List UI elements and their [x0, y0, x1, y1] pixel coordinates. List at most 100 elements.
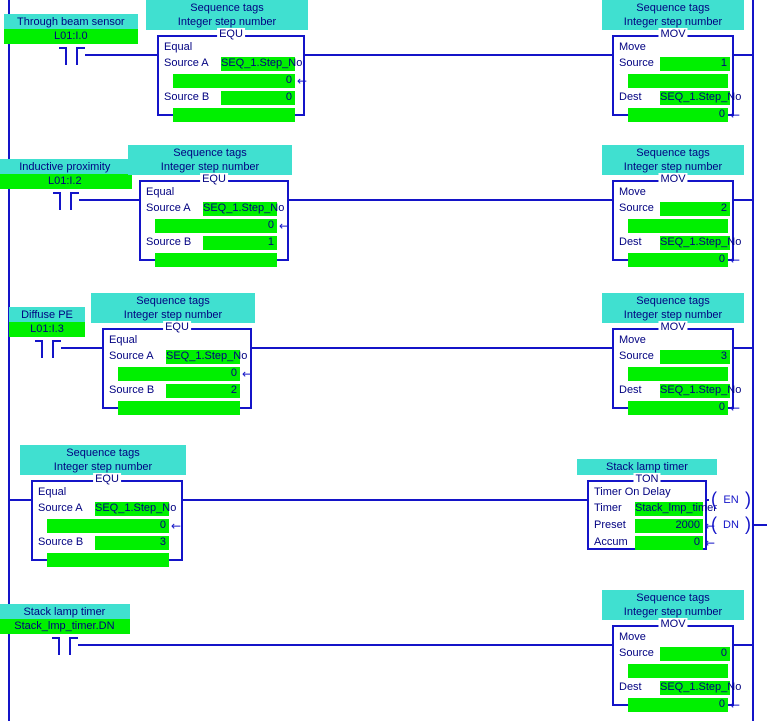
tag-comment-line: Sequence tags [136, 295, 210, 307]
ton-field-value[interactable]: 2000 [635, 519, 703, 533]
wire-out-to-rail-1 [734, 199, 752, 201]
tag-comment-line: Integer step number [123, 309, 223, 321]
ton-field-value[interactable]: Stack_lmp_timer [635, 502, 717, 516]
tag-comment-line: Sequence tags [636, 2, 710, 14]
equ-mnemonic: EQU [93, 473, 121, 485]
mov-field-label: Source [619, 57, 654, 69]
equ-field-value[interactable] [118, 401, 240, 415]
mov-field-value[interactable]: 3 [660, 350, 730, 364]
equ-field-value[interactable]: 0 [47, 519, 169, 533]
ton-block[interactable]: TON Timer On Delay Timer Stack_lmp_timer Pre… [587, 473, 717, 550]
equ-comment-0: Sequence tags Integer step number [146, 0, 308, 30]
xic-contact-1[interactable] [53, 192, 79, 212]
equ-field-value[interactable]: 2 [166, 384, 240, 398]
equ-field-label: Source A [38, 502, 83, 514]
equ-block[interactable]: EQU Equal Source A SEQ_1.Step_No 0 ← Source B 2 [102, 321, 252, 415]
equ-name: Equal [38, 486, 67, 498]
tag-comment-line: Through beam sensor [16, 16, 125, 28]
mov-field-value[interactable]: 2 [660, 202, 730, 216]
xic-contact-2[interactable] [35, 340, 61, 360]
equ-field-value[interactable] [47, 553, 169, 567]
equ-field-label: Source B [109, 384, 155, 396]
mov-block[interactable]: MOV Move Source 2 Dest SEQ_1.Step_No 0 ← [612, 173, 741, 267]
mov-field-value[interactable] [628, 74, 728, 88]
mov-field-value[interactable] [628, 219, 728, 233]
contact-operand-2: L01:I.3 [9, 322, 85, 337]
mov-block[interactable]: MOV Move Source 1 Dest SEQ_1.Step_No 0 ← [612, 28, 741, 122]
mov-block[interactable]: MOV Move Source 0 Dest SEQ_1.Step_No 0 ← [612, 618, 741, 712]
mov-field-value[interactable]: 0 [628, 401, 728, 415]
wire-coil-dn-3 [753, 524, 767, 526]
equ-block[interactable]: EQU Equal Source A SEQ_1.Step_No 0 ← Source B 1 [139, 173, 289, 267]
equ-field-value[interactable] [155, 253, 277, 267]
equ-field-value[interactable]: SEQ_1.Step_No [166, 350, 247, 364]
xic-contact-0[interactable] [59, 47, 85, 67]
mov-field-value[interactable] [628, 664, 728, 678]
equ-field-value[interactable]: 0 [118, 367, 240, 381]
tag-comment-line: Inductive proximity [19, 161, 111, 173]
right-power-rail-4 [752, 580, 754, 721]
mov-mnemonic: MOV [658, 618, 688, 630]
tag-comment-line: Stack lamp timer [606, 461, 688, 473]
tag-comment-line: Sequence tags [636, 295, 710, 307]
mov-field-value[interactable]: SEQ_1.Step_No [660, 236, 741, 250]
mov-field-label: Dest [619, 384, 642, 396]
equ-field-value[interactable]: 0 [155, 219, 277, 233]
equ-field-value[interactable]: 3 [95, 536, 169, 550]
equ-block[interactable]: EQU Equal Source A SEQ_1.Step_No 0 ← Source B 0 [157, 28, 307, 122]
equ-field-value[interactable]: SEQ_1.Step_No [95, 502, 176, 516]
mov-field-value[interactable]: 0 [628, 108, 728, 122]
mov-field-value[interactable]: 0 [628, 253, 728, 267]
equ-field-value[interactable]: 1 [203, 236, 277, 250]
tag-comment-line: Integer step number [623, 161, 723, 173]
equ-field-value[interactable] [173, 108, 295, 122]
mov-name: Move [619, 186, 646, 198]
mov-field-value[interactable]: SEQ_1.Step_No [660, 91, 741, 105]
wire-out-to-rail-2 [734, 347, 752, 349]
equ-name: Equal [164, 41, 193, 53]
wire-to-output-1 [289, 199, 612, 201]
mov-field-value[interactable]: 0 [628, 698, 728, 712]
equ-field-value[interactable]: SEQ_1.Step_No [221, 57, 302, 71]
wire-to-output-3 [183, 499, 587, 501]
mov-field-label: Source [619, 647, 654, 659]
equ-mnemonic: EQU [200, 173, 228, 185]
mov-name: Move [619, 41, 646, 53]
out-comment-0: Sequence tags Integer step number [602, 0, 744, 30]
equ-name: Equal [146, 186, 175, 198]
ton-field-value[interactable]: 0 [635, 536, 703, 550]
mov-field-value[interactable]: 0 [660, 647, 730, 661]
tag-comment-line: Integer step number [623, 606, 723, 618]
contact-comment-2: Diffuse PE [9, 307, 85, 323]
contact-comment-1: Inductive proximity [0, 159, 132, 175]
equ-field-label: Source B [146, 236, 192, 248]
wire-to-output-0 [305, 54, 612, 56]
mov-block[interactable]: MOV Move Source 3 Dest SEQ_1.Step_No 0 ← [612, 321, 741, 415]
equ-block[interactable]: EQU Equal Source A SEQ_1.Step_No 0 ← Source B 3 [31, 473, 183, 567]
mov-name: Move [619, 334, 646, 346]
tag-comment-line: Stack lamp timer [23, 606, 106, 618]
tag-comment-line: Sequence tags [173, 147, 247, 159]
mov-field-value[interactable]: 1 [660, 57, 730, 71]
equ-field-label: Source A [164, 57, 209, 69]
ton-field-label: Timer [594, 502, 622, 514]
coil-en-3[interactable]: (EN) [709, 490, 753, 510]
wire-to-equ-3 [8, 499, 31, 501]
mov-field-value[interactable]: SEQ_1.Step_No [660, 681, 741, 695]
mov-field-value[interactable] [628, 367, 728, 381]
wire-coil-en-3 [707, 499, 709, 501]
value-pointer-arrow: ← [730, 108, 741, 122]
wire-to-output-2 [252, 347, 612, 349]
coil-dn-3[interactable]: (DN) [709, 515, 753, 535]
equ-field-value[interactable]: SEQ_1.Step_No [203, 202, 284, 216]
equ-field-value[interactable]: 0 [173, 74, 295, 88]
equ-field-label: Source B [164, 91, 210, 103]
xic-contact-4[interactable] [52, 637, 78, 657]
ton-field-label: Accum [594, 536, 628, 548]
equ-field-value[interactable]: 0 [221, 91, 295, 105]
ton-field-label: Preset [594, 519, 626, 531]
tag-comment-line: Sequence tags [66, 447, 140, 459]
ton-mnemonic: TON [633, 473, 661, 485]
mov-field-value[interactable]: SEQ_1.Step_No [660, 384, 741, 398]
equ-comment-3: Sequence tags Integer step number [20, 445, 186, 475]
